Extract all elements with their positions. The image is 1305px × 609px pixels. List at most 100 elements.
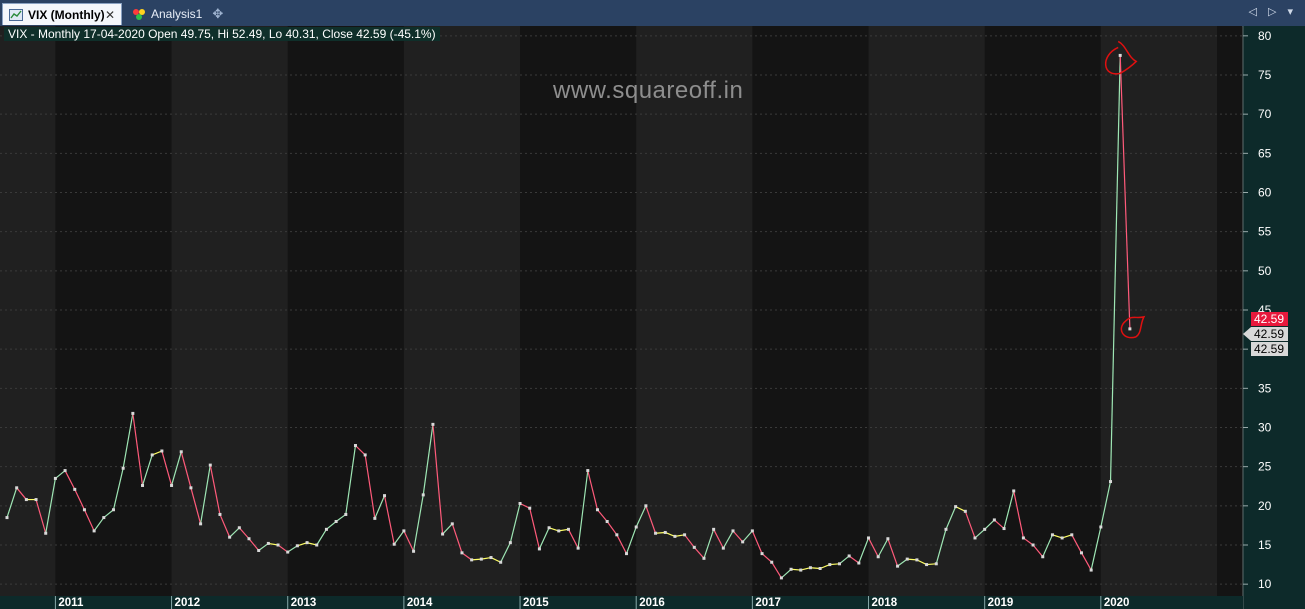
- data-point[interactable]: [353, 444, 357, 448]
- data-point[interactable]: [92, 529, 96, 533]
- data-point[interactable]: [605, 520, 609, 523]
- data-point[interactable]: [663, 530, 667, 534]
- data-point[interactable]: [315, 543, 319, 547]
- data-point[interactable]: [141, 483, 145, 487]
- data-point[interactable]: [499, 560, 503, 564]
- data-point[interactable]: [489, 556, 493, 560]
- data-point[interactable]: [383, 494, 387, 498]
- data-point[interactable]: [576, 546, 580, 550]
- data-point[interactable]: [218, 512, 222, 516]
- data-point[interactable]: [150, 453, 154, 457]
- data-point[interactable]: [237, 526, 241, 530]
- data-point[interactable]: [479, 557, 483, 561]
- data-point[interactable]: [324, 527, 328, 531]
- data-point[interactable]: [334, 520, 338, 523]
- data-point[interactable]: [944, 527, 948, 531]
- data-point[interactable]: [286, 550, 290, 554]
- data-point[interactable]: [82, 508, 86, 512]
- data-point[interactable]: [450, 522, 454, 526]
- data-point[interactable]: [257, 548, 261, 552]
- data-point[interactable]: [857, 561, 861, 565]
- data-point[interactable]: [373, 516, 377, 520]
- data-point[interactable]: [1021, 536, 1025, 540]
- data-point[interactable]: [1012, 489, 1016, 493]
- data-point[interactable]: [44, 531, 48, 535]
- data-point[interactable]: [586, 469, 590, 473]
- data-point[interactable]: [63, 469, 67, 473]
- data-point[interactable]: [721, 546, 725, 550]
- data-point[interactable]: [460, 551, 464, 555]
- data-point[interactable]: [876, 555, 880, 559]
- data-point[interactable]: [528, 506, 532, 510]
- data-point[interactable]: [208, 463, 212, 467]
- data-point[interactable]: [73, 487, 77, 491]
- data-point[interactable]: [1031, 543, 1035, 547]
- data-point[interactable]: [537, 547, 541, 551]
- data-point[interactable]: [992, 518, 996, 522]
- data-point[interactable]: [53, 476, 57, 480]
- data-point[interactable]: [305, 541, 309, 545]
- data-point[interactable]: [431, 422, 435, 426]
- data-point[interactable]: [644, 504, 648, 508]
- data-point[interactable]: [702, 556, 706, 560]
- data-point[interactable]: [24, 498, 28, 502]
- data-point[interactable]: [915, 558, 919, 562]
- data-point[interactable]: [412, 549, 416, 553]
- data-point[interactable]: [199, 522, 203, 526]
- data-point[interactable]: [276, 543, 280, 547]
- data-point[interactable]: [867, 536, 871, 540]
- data-point[interactable]: [1099, 525, 1103, 529]
- data-point[interactable]: [654, 531, 658, 535]
- data-point[interactable]: [102, 516, 106, 520]
- data-point[interactable]: [760, 552, 764, 556]
- data-point[interactable]: [470, 558, 474, 562]
- data-point[interactable]: [1050, 533, 1054, 537]
- data-point[interactable]: [818, 567, 822, 570]
- tab-vix-monthly[interactable]: VIX (Monthly) ✕: [2, 3, 122, 25]
- data-point[interactable]: [692, 545, 696, 549]
- data-point[interactable]: [828, 563, 832, 567]
- data-point[interactable]: [983, 527, 987, 531]
- data-point[interactable]: [1128, 327, 1132, 331]
- data-point[interactable]: [770, 560, 774, 564]
- data-point[interactable]: [547, 526, 551, 530]
- data-point[interactable]: [421, 493, 425, 497]
- data-point[interactable]: [247, 537, 251, 541]
- data-point[interactable]: [712, 527, 716, 531]
- data-point[interactable]: [131, 411, 135, 415]
- data-point[interactable]: [228, 535, 232, 539]
- tab-analysis1[interactable]: Analysis1 ✥: [126, 3, 236, 25]
- data-point[interactable]: [954, 505, 958, 509]
- data-point[interactable]: [518, 501, 522, 505]
- data-point[interactable]: [799, 568, 803, 572]
- data-point[interactable]: [344, 512, 348, 516]
- data-point[interactable]: [1002, 527, 1006, 531]
- add-tab-icon[interactable]: ✥: [212, 6, 223, 22]
- data-point[interactable]: [1041, 555, 1045, 559]
- data-point[interactable]: [779, 576, 783, 580]
- data-point[interactable]: [441, 532, 445, 536]
- data-point[interactable]: [741, 540, 745, 544]
- data-point[interactable]: [615, 533, 619, 537]
- data-point[interactable]: [179, 450, 183, 454]
- data-point[interactable]: [683, 533, 687, 537]
- data-point[interactable]: [896, 564, 900, 568]
- data-point[interactable]: [5, 516, 9, 520]
- data-point[interactable]: [934, 562, 938, 566]
- data-point[interactable]: [973, 536, 977, 540]
- close-icon[interactable]: ✕: [105, 8, 115, 22]
- data-point[interactable]: [508, 541, 512, 545]
- data-point[interactable]: [673, 534, 677, 538]
- data-point[interactable]: [402, 529, 406, 533]
- data-point[interactable]: [170, 483, 174, 487]
- data-point[interactable]: [557, 529, 561, 533]
- data-point[interactable]: [925, 563, 929, 567]
- data-point[interactable]: [1060, 536, 1064, 540]
- data-point[interactable]: [1089, 568, 1093, 572]
- data-point[interactable]: [837, 562, 841, 566]
- data-point[interactable]: [847, 554, 851, 558]
- data-point[interactable]: [963, 509, 967, 513]
- data-point[interactable]: [634, 525, 638, 529]
- data-point[interactable]: [625, 552, 629, 556]
- data-point[interactable]: [731, 529, 735, 533]
